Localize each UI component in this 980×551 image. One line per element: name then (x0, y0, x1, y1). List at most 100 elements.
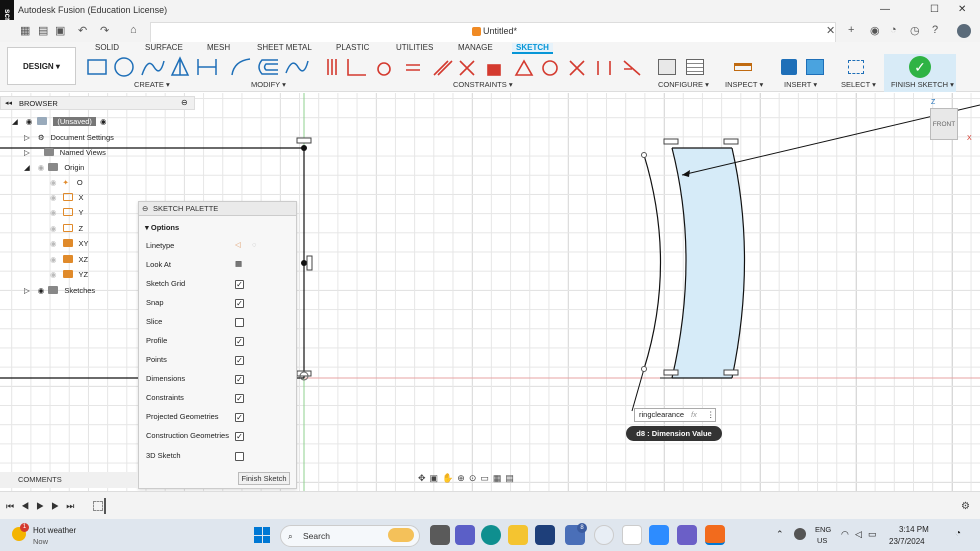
browser-item-named-views[interactable]: ▷ Named Views (24, 145, 164, 159)
3d-sketch-checkbox[interactable] (235, 452, 244, 461)
more-options-icon[interactable]: ⋮ (707, 409, 715, 421)
insert-component-icon[interactable] (778, 56, 800, 78)
redo-icon[interactable]: ↷ (100, 24, 109, 37)
tab-sketch[interactable]: SKETCH (512, 43, 553, 54)
job-status-icon[interactable]: ◔ (890, 24, 897, 36)
display-settings-icon[interactable]: ▭ (480, 473, 493, 483)
navigation-toolbar[interactable]: ✥▣✋⊕⊙▭▦▤ (418, 473, 518, 484)
eye-icon[interactable]: ◉ (38, 286, 45, 295)
store-icon[interactable] (535, 525, 555, 545)
browser-root[interactable]: ◢ ◉ (Unsaved) ◉ (12, 114, 152, 128)
tray-app-icon[interactable] (794, 528, 806, 540)
eye-off-icon[interactable]: ◉ (50, 239, 57, 248)
pan-icon[interactable]: ✋ (442, 473, 457, 483)
palette-finish-sketch-button[interactable]: Finish Sketch (238, 472, 290, 485)
zoom-icon[interactable]: ⊕ (457, 473, 469, 483)
orbit-icon[interactable]: ✥ (418, 473, 430, 483)
timeline-sketch-feature-icon[interactable] (93, 501, 103, 511)
file-explorer-icon[interactable] (508, 525, 528, 545)
parameters-icon[interactable] (656, 56, 678, 78)
finish-sketch-menu[interactable]: FINISH SKETCH ▾ (891, 80, 954, 89)
tab-mesh[interactable]: MESH (203, 43, 234, 54)
configure-table-icon[interactable] (684, 56, 706, 78)
activate-radio-icon[interactable]: ◉ (100, 117, 107, 126)
grid-settings-icon[interactable]: ▦ (493, 473, 506, 483)
inspect-menu[interactable]: INSPECT ▾ (725, 80, 763, 89)
workspace-switcher-button[interactable]: DESIGN ▾ (7, 47, 76, 85)
task-view-icon[interactable] (430, 525, 450, 545)
undo-icon[interactable]: ↶ (78, 24, 87, 37)
sketch-palette-header[interactable]: ⊖ SKETCH PALETTE (139, 202, 296, 216)
configure-menu[interactable]: CONFIGURE ▾ (658, 80, 709, 89)
go-to-start-icon[interactable]: ⏮ (6, 501, 21, 511)
palette-minimize-icon[interactable]: ⊖ (142, 202, 148, 216)
eye-icon[interactable]: ◉ (26, 117, 33, 126)
teams-icon[interactable] (455, 525, 475, 545)
notification-bell-icon[interactable]: ◔ (955, 528, 961, 539)
notifications-icon[interactable]: ◷ (910, 24, 920, 37)
tree-expand-icon[interactable]: ▷ (24, 148, 30, 157)
browser-item-document-settings[interactable]: ▷ ⚙ Document Settings (24, 130, 164, 144)
timeline-settings-gear-icon[interactable]: ⚙ (961, 501, 970, 512)
select-menu[interactable]: SELECT ▾ (841, 80, 876, 89)
start-windows-icon[interactable] (254, 527, 270, 543)
look-at-icon[interactable]: ▦ (235, 259, 242, 268)
select-tool-icon[interactable] (845, 56, 867, 78)
close-icon[interactable]: ✕ (958, 4, 966, 15)
browser-item-origin[interactable]: ◢ ◉ Origin (24, 160, 164, 174)
language-indicator[interactable]: ENG (815, 525, 831, 534)
fusion-taskbar-icon[interactable] (705, 525, 725, 545)
points-checkbox[interactable]: ✓ (235, 356, 244, 365)
browser-minimize-icon[interactable]: ⊖ (181, 98, 188, 107)
tree-expand-icon[interactable]: ▷ (24, 286, 30, 295)
sketch-grid-checkbox[interactable]: ✓ (235, 280, 244, 289)
avatar[interactable] (957, 24, 971, 38)
insert-menu[interactable]: INSERT ▾ (784, 80, 817, 89)
look-at-face-icon[interactable]: ▣ (430, 473, 443, 483)
tab-solid[interactable]: SOLID (91, 43, 123, 54)
insert-image-icon[interactable] (804, 56, 826, 78)
home-icon[interactable]: ⌂ (130, 24, 137, 36)
doc-tab-close-icon[interactable]: ✕ (826, 24, 835, 37)
tree-expand-icon[interactable]: ▷ (24, 133, 30, 142)
eye-off-icon[interactable]: ◉ (50, 193, 57, 202)
snap-checkbox[interactable]: ✓ (235, 299, 244, 308)
weather-title[interactable]: Hot weather (33, 526, 76, 535)
projected-geometries-checkbox[interactable]: ✓ (235, 413, 244, 422)
eye-off-icon[interactable]: ◉ (50, 208, 57, 217)
tab-manage[interactable]: MANAGE (454, 43, 497, 54)
modify-menu[interactable]: MODIFY ▾ (251, 80, 286, 89)
create-menu[interactable]: CREATE ▾ (134, 80, 170, 89)
new-tab-icon[interactable]: + (848, 24, 854, 36)
extensions-icon[interactable]: ◉ (870, 24, 880, 37)
go-to-end-icon[interactable]: ⏭ (66, 501, 81, 511)
eye-off-icon[interactable]: ◉ (50, 270, 57, 279)
construction-geometries-checkbox[interactable]: ✓ (235, 432, 244, 441)
tree-expand-icon[interactable]: ◢ (12, 117, 18, 126)
browser-item-origin-point[interactable]: ◉ ✦ O (50, 175, 190, 189)
play-icon[interactable]: ▶ (36, 501, 51, 511)
apps-grid-icon[interactable]: ▦ (20, 24, 30, 37)
comments-panel[interactable]: COMMENTS (0, 472, 138, 488)
browser-header[interactable]: ◂◂ BROWSER ⊖ (0, 96, 195, 110)
step-forward-icon[interactable]: ▶ (51, 501, 66, 511)
profile-checkbox[interactable]: ✓ (235, 337, 244, 346)
finish-sketch-check-icon[interactable]: ✓ (909, 56, 931, 78)
browser-collapse-icon[interactable]: ◂◂ (5, 99, 12, 107)
step-back-icon[interactable]: ◀ (21, 501, 36, 511)
tab-utilities[interactable]: UTILITIES (392, 43, 437, 54)
tab-sheet-metal[interactable]: SHEET METAL (253, 43, 316, 54)
timeline-marker[interactable] (104, 498, 106, 514)
clock-time[interactable]: 3:14 PM (899, 525, 929, 534)
eye-off-icon[interactable]: ◉ (50, 255, 57, 264)
tree-expand-icon[interactable]: ◢ (24, 163, 30, 172)
constraints-checkbox[interactable]: ✓ (235, 394, 244, 403)
amazon-icon[interactable] (622, 525, 642, 545)
speaker-icon[interactable]: ◁ (855, 529, 862, 540)
eye-off-icon[interactable]: ◉ (38, 163, 45, 172)
copilot-icon[interactable] (677, 525, 697, 545)
zoom-icon[interactable] (649, 525, 669, 545)
tab-plastic[interactable]: PLASTIC (332, 43, 373, 54)
fx-icon[interactable]: fx (691, 409, 697, 421)
tray-overflow-icon[interactable]: ⌃ (776, 529, 784, 540)
